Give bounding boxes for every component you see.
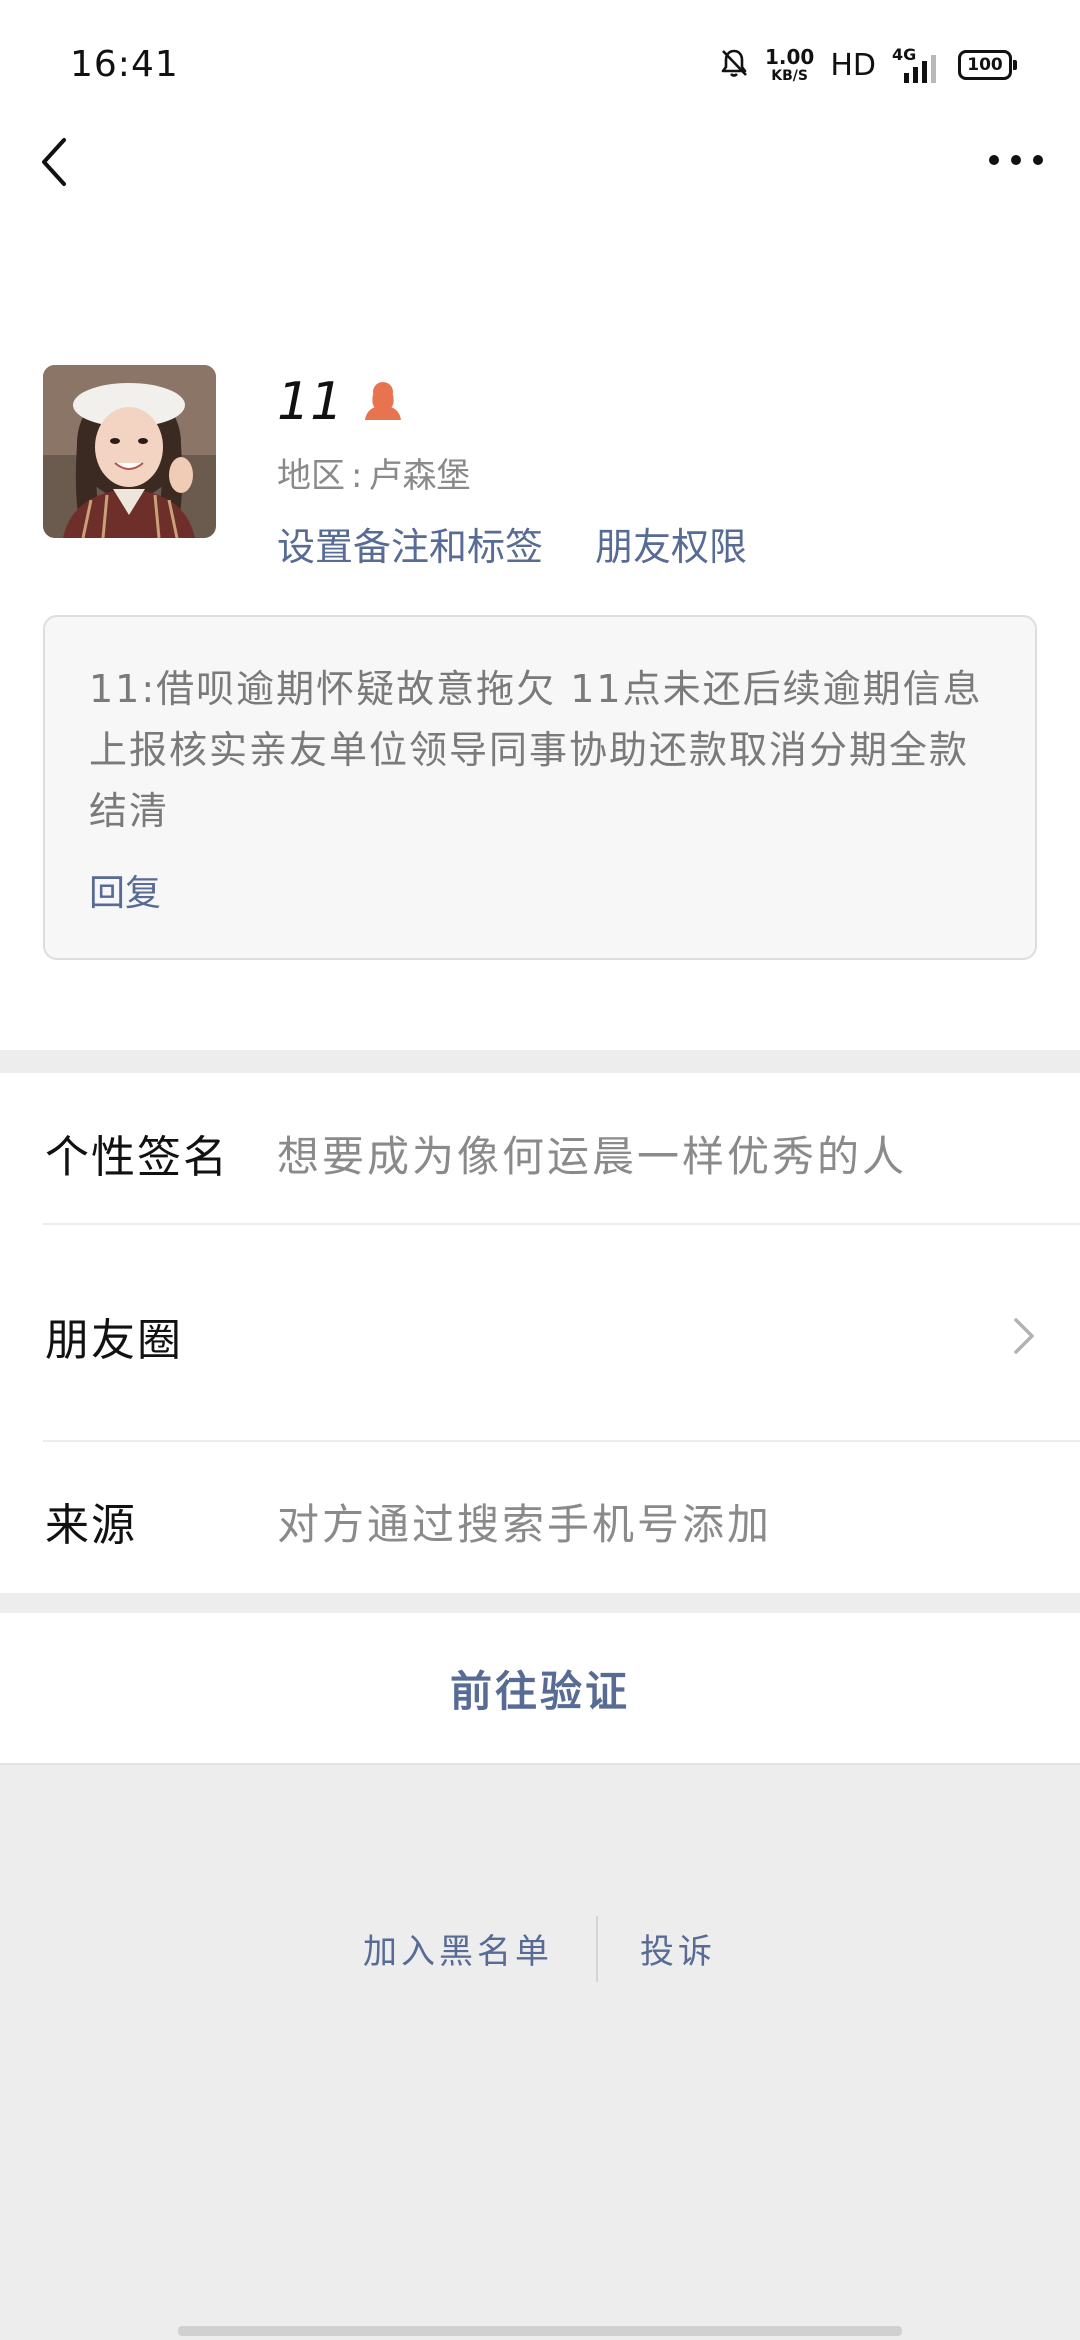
name-row: 11 [277,372,405,432]
more-dots-icon [989,155,1043,165]
message-text: 11:借呗逾期怀疑故意拖欠 11点未还后续逾期信息上报核实亲友单位领导同事协助还… [89,667,983,833]
verify-label: 前往验证 [449,1666,630,1716]
profile-links: 设置备注和标签 朋友权限 [277,516,747,571]
source-row: 来源 对方通过搜索手机号添加 [0,1441,1080,1593]
verify-button[interactable]: 前往验证 [0,1613,1080,1765]
status-icons: 1.00 KB/S HD 4G 100 [719,40,1017,90]
add-to-blacklist-link[interactable]: 加入黑名单 [363,1924,553,1973]
bell-muted-icon [719,47,749,83]
more-button[interactable] [982,140,1052,180]
back-button[interactable] [28,130,88,190]
female-user-icon [361,378,405,426]
verification-message-card: 11:借呗逾期怀疑故意拖欠 11点未还后续逾期信息上报核实亲友单位领导同事协助还… [43,615,1037,960]
moments-row[interactable]: 朋友圈 [0,1224,1080,1440]
home-indicator[interactable] [178,2326,902,2336]
friend-permission-link[interactable]: 朋友权限 [595,516,747,571]
region: 地区: 卢森堡 [277,456,471,496]
signature-value: 想要成为像何运晨一样优秀的人 [277,1132,908,1181]
set-remark-link[interactable]: 设置备注和标签 [277,516,543,571]
reply-link[interactable]: 回复 [89,864,161,916]
moments-label: 朋友圈 [45,1315,183,1366]
avatar[interactable] [43,365,216,538]
status-time: 16:41 [70,44,179,85]
battery-icon: 100 [958,50,1017,80]
hd-indicator: HD [830,47,876,83]
status-bar: 16:41 1.00 KB/S HD 4G 100 [0,0,1080,130]
complain-link[interactable]: 投诉 [640,1924,716,1973]
signature-row: 个性签名 想要成为像何运晨一样优秀的人 [0,1073,1080,1223]
network-speed: 1.00 KB/S [764,45,815,84]
source-value: 对方通过搜索手机号添加 [277,1500,773,1549]
chevron-left-icon [42,138,66,186]
separator [596,1916,598,1982]
contact-name: 11 [277,372,344,432]
bottom-actions: 加入黑名单 投诉 [0,1916,1080,1986]
signature-label: 个性签名 [45,1132,229,1183]
source-label: 来源 [45,1500,137,1551]
info-section: 个性签名 想要成为像何运晨一样优秀的人 朋友圈 来源 对方通过搜索手机号添加 [0,1073,1080,1593]
chevron-right-icon [1010,1314,1038,1358]
signal-icon: 4G [892,45,942,85]
